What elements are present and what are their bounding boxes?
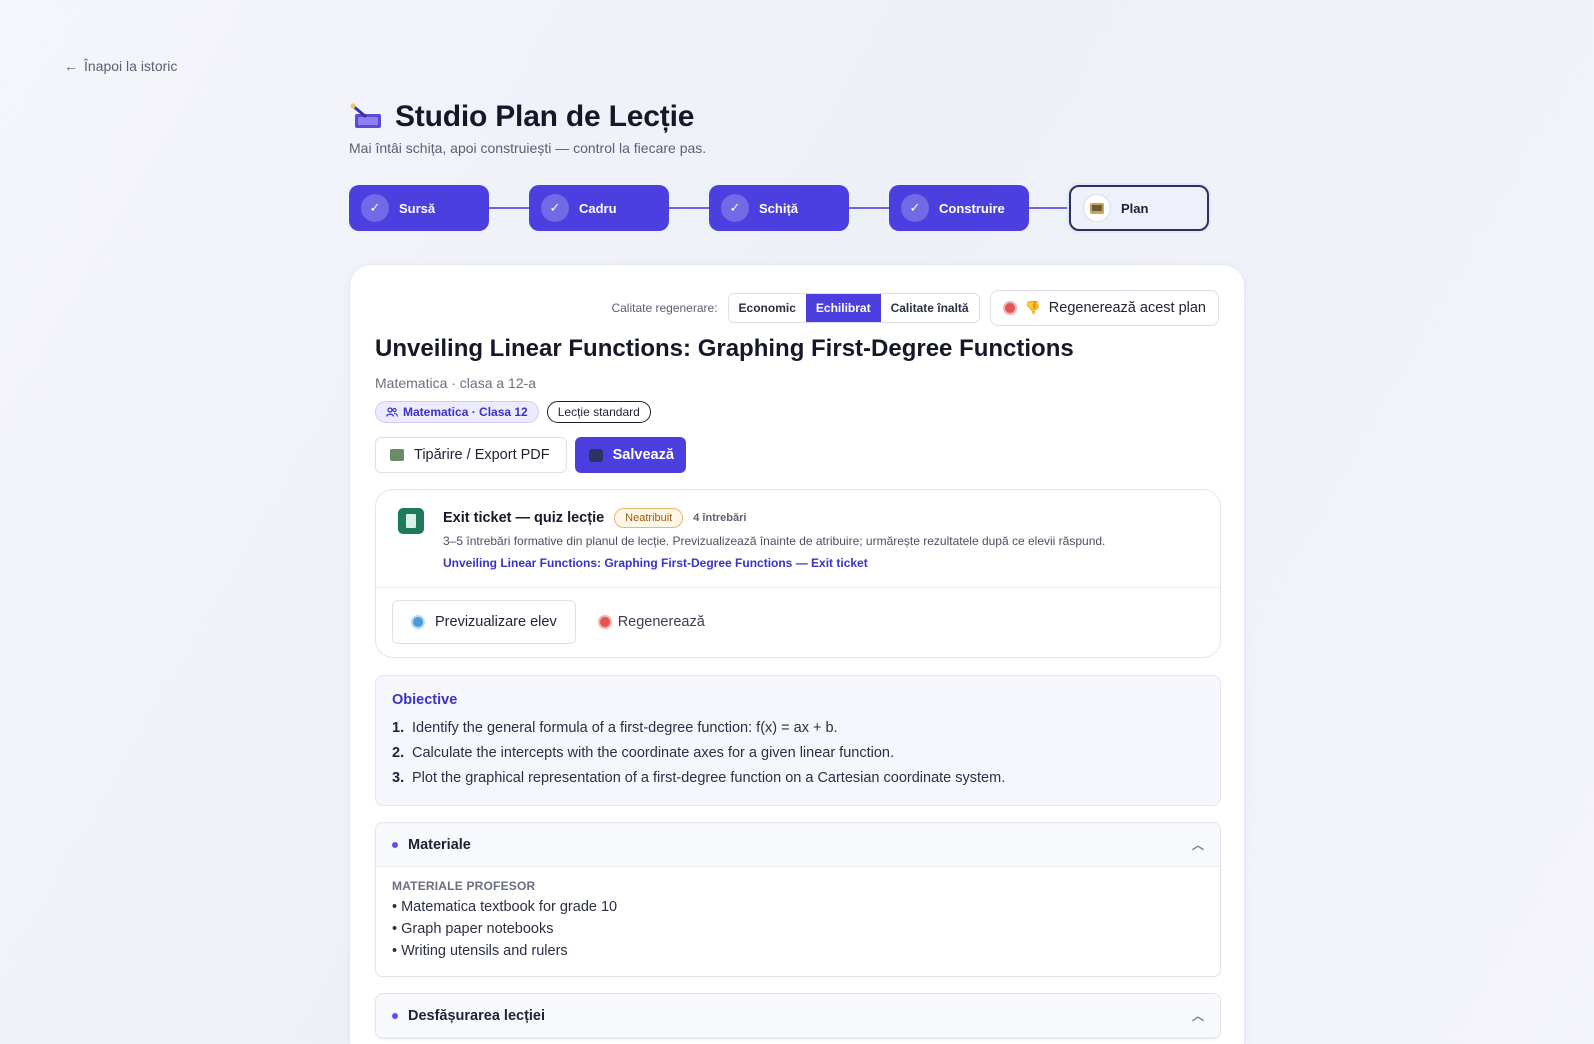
page-title: Studio Plan de Lecție <box>395 100 695 133</box>
status-badge: Neatribuit <box>614 508 684 528</box>
step-connector <box>849 207 889 209</box>
list-item: • Writing utensils and rulers <box>392 943 568 959</box>
regen-quality-bar: Calitate regenerare: Economic Echilibrat… <box>611 290 1219 326</box>
book-icon <box>1083 194 1111 222</box>
regen-quality-selector: Economic Echilibrat Calitate înaltă <box>727 293 980 323</box>
save-button[interactable]: Salvează <box>574 437 686 473</box>
users-icon <box>386 407 398 417</box>
check-icon: ✓ <box>361 194 389 222</box>
list-item: 2. Calculate the intercepts with the coor… <box>392 745 894 761</box>
question-count: 4 întrebări <box>693 512 747 524</box>
step-source[interactable]: ✓ Sursă <box>349 185 489 231</box>
lesson-flow-accordion: Desfășurarea lecției ︿ <box>375 993 1221 1039</box>
lesson-title: Unveiling Linear Functions: Graphing Fir… <box>375 335 1074 362</box>
materials-accordion-header[interactable]: Materiale ︿ <box>376 823 1220 867</box>
exit-ticket-title: Exit ticket — quiz lecție <box>443 510 605 526</box>
teacher-materials-label: MATERIALE PROFESOR <box>392 879 536 893</box>
print-export-button[interactable]: Tipărire / Export PDF <box>375 437 567 473</box>
chevron-up-icon: ︿ <box>1191 838 1204 852</box>
step-connector <box>489 207 529 209</box>
chevron-up-icon: ︿ <box>1191 1009 1204 1023</box>
list-item: 3. Plot the graphical representation of a… <box>392 770 1006 786</box>
quiz-icon <box>398 508 424 534</box>
subject-badge: Matematica · Clasa 12 <box>375 401 539 423</box>
lesson-plan-card: Calitate regenerare: Economic Echilibrat… <box>349 264 1245 1044</box>
check-icon: ✓ <box>541 194 569 222</box>
step-label: Schiță <box>759 200 799 216</box>
page-subtitle: Mai întâi schița, apoi construiești — co… <box>349 140 707 156</box>
step-label: Sursă <box>399 200 436 216</box>
list-item: 1. Identify the general formula of a firs… <box>392 720 838 736</box>
step-label: Plan <box>1121 200 1149 216</box>
quality-option-economic[interactable]: Economic <box>729 294 806 322</box>
exit-ticket-link[interactable]: Unveiling Linear Functions: Graphing Fir… <box>443 556 868 570</box>
lesson-flow-accordion-header[interactable]: Desfășurarea lecției ︿ <box>376 994 1220 1038</box>
regenerate-plan-button[interactable]: 👎 Regenerează acest plan <box>989 290 1219 326</box>
step-label: Cadru <box>579 200 617 216</box>
divider <box>376 587 1220 588</box>
magic-wand-icon <box>350 103 381 128</box>
lesson-type-badge: Lecție standard <box>546 401 651 423</box>
step-build[interactable]: ✓ Construire <box>889 185 1029 231</box>
list-item: • Matematica textbook for grade 10 <box>392 899 618 915</box>
check-icon: ✓ <box>901 194 929 222</box>
thumbs-down-icon: 👎 <box>1024 300 1041 315</box>
step-connector <box>669 207 709 209</box>
check-box-icon <box>588 448 603 462</box>
lesson-meta: Matematica · clasa a 12-a <box>375 375 537 391</box>
step-label: Construire <box>939 200 1005 216</box>
materials-accordion: Materiale ︿ MATERIALE PROFESOR • Matemat… <box>375 822 1221 977</box>
list-item: • Graph paper notebooks <box>392 921 554 937</box>
wizard-stepper: ✓ Sursă ✓ Cadru ✓ Schiță ✓ Construire Pl… <box>349 185 1209 231</box>
lesson-actions: Tipărire / Export PDF Salvează <box>375 437 686 473</box>
objectives-section: Obiective 1. Identify the general formula… <box>375 675 1221 806</box>
quality-option-balanced[interactable]: Echilibrat <box>805 294 881 322</box>
bullet-icon <box>392 841 398 848</box>
regenerate-quiz-button[interactable]: Regenerează <box>586 600 717 644</box>
quality-option-high[interactable]: Calitate înaltă <box>881 294 979 322</box>
step-plan[interactable]: Plan <box>1069 185 1209 231</box>
globe-icon <box>411 615 425 629</box>
check-icon: ✓ <box>721 194 749 222</box>
refresh-icon <box>1002 301 1017 315</box>
step-connector <box>1029 207 1069 209</box>
refresh-icon <box>597 615 612 629</box>
back-to-history-link[interactable]: ← Înapoi la istoric <box>64 58 177 74</box>
student-preview-button[interactable]: Previzualizare elev <box>392 600 576 644</box>
regenerate-plan-label: Regenerează acest plan <box>1048 300 1206 316</box>
objectives-title: Obiective <box>392 692 458 708</box>
bullet-icon <box>392 1012 398 1019</box>
exit-ticket-description: 3–5 întrebări formative din planul de le… <box>443 534 1106 548</box>
printer-icon <box>390 449 404 461</box>
page-header: Studio Plan de Lecție Mai întâi schița, … <box>349 100 706 156</box>
back-link-label: Înapoi la istoric <box>84 58 178 74</box>
arrow-left-icon: ← <box>64 58 78 74</box>
lesson-badges: Matematica · Clasa 12 Lecție standard <box>375 401 651 423</box>
exit-ticket-card: Exit ticket — quiz lecție Neatribuit 4 î… <box>375 489 1221 658</box>
step-frame[interactable]: ✓ Cadru <box>529 185 669 231</box>
step-outline[interactable]: ✓ Schiță <box>709 185 849 231</box>
regen-quality-label: Calitate regenerare: <box>611 301 718 315</box>
